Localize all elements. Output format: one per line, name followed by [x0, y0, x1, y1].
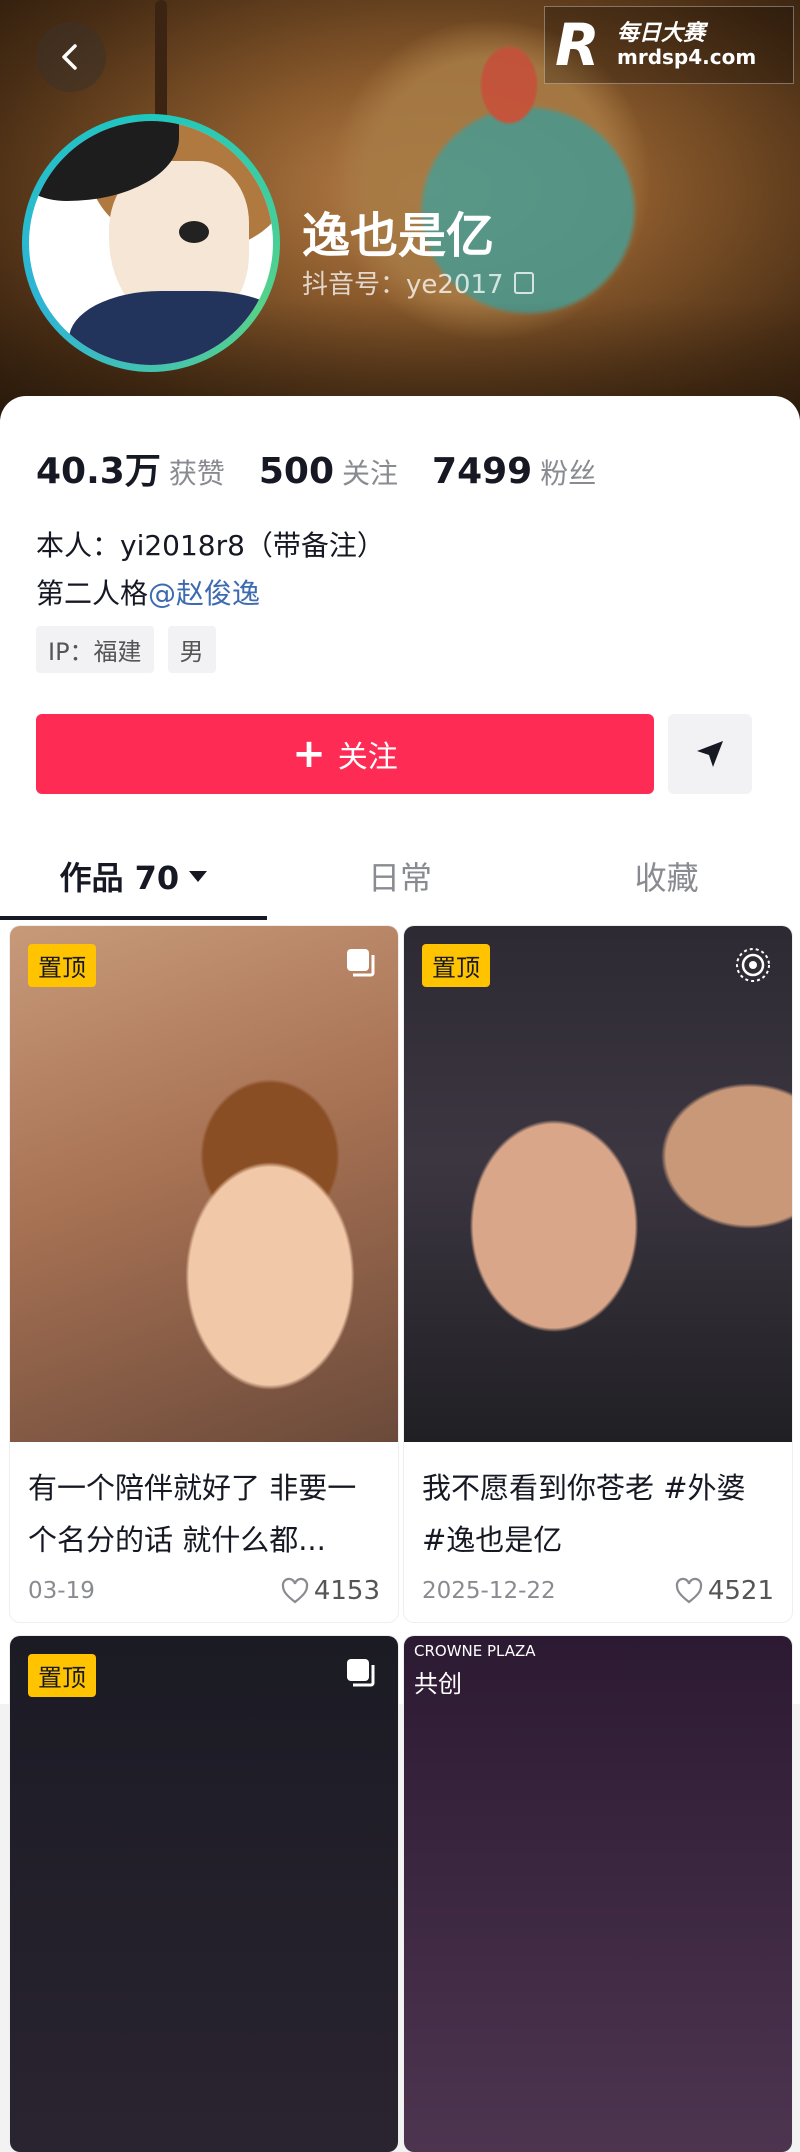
profile-card: 40.3万 获赞 500 关注 7499 粉丝 本人：yi2018r8（带备注）…	[0, 396, 800, 2152]
profile-bio: 本人：yi2018r8（带备注） 第二人格@赵俊逸	[36, 522, 385, 618]
watermark: R 每日大赛 mrdsp4.com	[544, 6, 794, 84]
stat-followers[interactable]: 7499 粉丝	[432, 451, 596, 492]
follow-label: 关注	[337, 740, 398, 775]
chevron-left-icon	[62, 44, 77, 70]
post-thumbnail: 置顶	[10, 926, 398, 1442]
watermark-url: mrdsp4.com	[617, 45, 757, 70]
pinned-badge: 置顶	[28, 944, 96, 987]
tab-label: 日常	[368, 859, 433, 897]
co-create-badge: 共创	[414, 1670, 462, 1698]
stat-value: 500	[258, 451, 334, 492]
heart-icon	[281, 1577, 308, 1604]
post-date: 2025-12-22	[422, 1578, 556, 1604]
watermark-logo-icon: R	[555, 11, 600, 79]
watermark-name: 每日大赛	[617, 20, 706, 46]
post-title: 有一个陪伴就好了 非要一个名分的话 就什么都...	[28, 1471, 357, 1557]
douyin-id[interactable]: 抖音号：ye2017	[302, 264, 534, 301]
stats-row: 40.3万 获赞 500 关注 7499 粉丝	[36, 442, 630, 494]
avatar[interactable]	[22, 114, 280, 372]
avatar-image	[29, 121, 273, 365]
mention-link[interactable]: @赵俊逸	[148, 577, 260, 610]
post-thumbnail: 置顶	[10, 1636, 398, 2152]
multi-image-icon	[347, 949, 375, 977]
post-card[interactable]: CROWNE PLAZA 共创	[404, 1636, 792, 2152]
post-date: 03-19	[28, 1578, 95, 1604]
hotel-sign: CROWNE PLAZA	[414, 1642, 536, 1660]
bio-line: 第二人格@赵俊逸	[36, 570, 385, 618]
multi-image-icon	[347, 1659, 375, 1687]
follow-button[interactable]: + 关注	[36, 714, 654, 794]
tab-favorites[interactable]: 收藏	[533, 836, 800, 916]
post-likes[interactable]: 4153	[280, 1576, 380, 1606]
message-button[interactable]	[668, 714, 752, 794]
post-thumbnail: 置顶	[404, 926, 792, 1442]
post-card[interactable]: 置顶 我不愿看到你苍老 #外婆 #逸也是亿 2025-12-22 4521	[404, 926, 792, 1622]
stat-value: 40.3万	[36, 451, 161, 492]
douyin-id-text: 抖音号：ye2017	[302, 270, 504, 300]
post-title: 我不愿看到你苍老 #外婆 #逸也是亿	[422, 1471, 746, 1557]
stat-label: 粉丝	[540, 457, 597, 490]
stat-value: 7499	[432, 451, 533, 492]
live-photo-icon	[736, 948, 770, 982]
post-card[interactable]: 置顶 有一个陪伴就好了 非要一个名分的话 就什么都... 03-19 4153	[10, 926, 398, 1622]
plus-icon: +	[292, 731, 326, 777]
heart-icon	[675, 1577, 702, 1604]
stat-likes[interactable]: 40.3万 获赞	[36, 442, 225, 494]
post-card[interactable]: 置顶	[10, 1636, 398, 2152]
bio-line: 本人：yi2018r8（带备注）	[36, 529, 385, 562]
stat-label: 关注	[342, 457, 399, 490]
pinned-badge: 置顶	[28, 1654, 96, 1697]
pinned-badge: 置顶	[422, 944, 490, 987]
bio-text: 第二人格	[36, 577, 149, 610]
caret-down-icon	[189, 870, 208, 882]
post-thumbnail: CROWNE PLAZA 共创	[404, 1636, 792, 2152]
like-count: 4521	[707, 1576, 774, 1606]
stat-label: 获赞	[168, 457, 225, 490]
profile-tags: IP：福建 男	[36, 626, 216, 673]
content-tabs: 作品 70 日常 收藏	[0, 836, 800, 920]
like-count: 4153	[313, 1576, 380, 1606]
tag-ip: IP：福建	[36, 626, 154, 673]
post-likes[interactable]: 4521	[674, 1576, 774, 1606]
tab-daily[interactable]: 日常	[267, 836, 534, 916]
tab-label: 作品 70	[59, 859, 180, 897]
stat-following[interactable]: 500 关注	[259, 451, 398, 492]
tab-label: 收藏	[634, 859, 699, 897]
back-button[interactable]	[36, 22, 106, 92]
send-icon	[697, 741, 723, 767]
tag-gender: 男	[167, 626, 216, 673]
tab-works[interactable]: 作品 70	[0, 836, 267, 920]
profile-nickname: 逸也是亿	[302, 208, 495, 264]
copy-icon[interactable]	[513, 271, 534, 294]
